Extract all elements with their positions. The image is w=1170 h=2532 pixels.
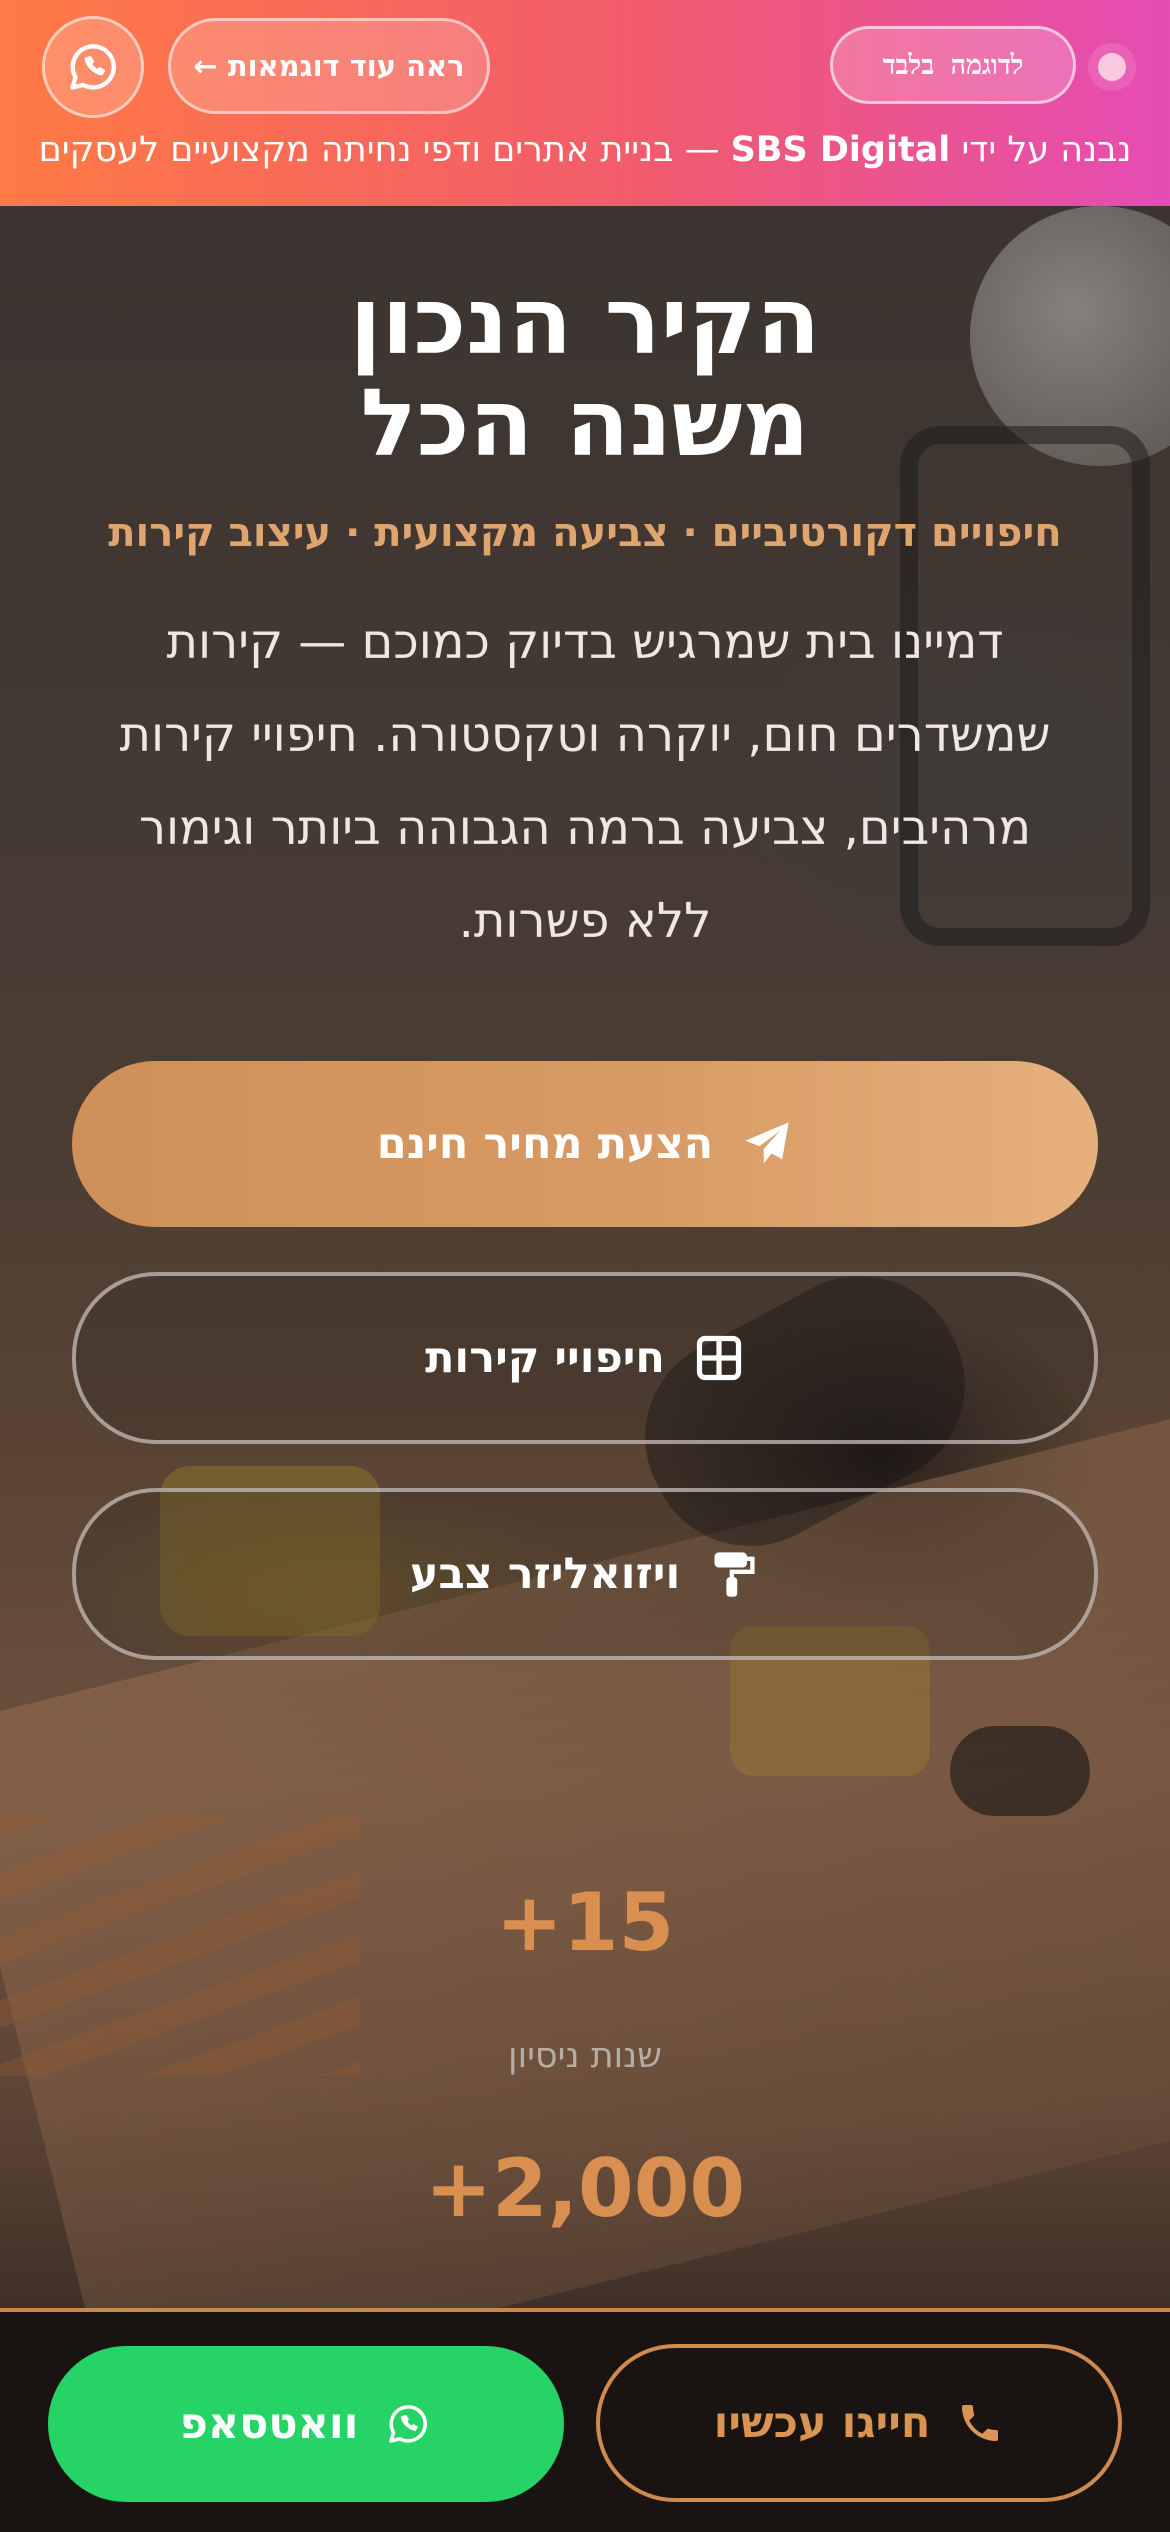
stat-years-value: +15 bbox=[495, 1876, 675, 1969]
color-visualizer-label: ויזואליזר צבע bbox=[409, 1549, 681, 1599]
demo-only-badge: לדוגמה בלבד bbox=[830, 26, 1076, 104]
built-by-suffix: — בניית אתרים ודפי נחיתה מקצועיים לעסקים bbox=[38, 130, 720, 170]
whatsapp-label: וואטסאפ bbox=[179, 2399, 359, 2449]
whatsapp-icon bbox=[389, 2405, 428, 2443]
stat-years-label: שנות ניסיון bbox=[508, 2036, 662, 2076]
demo-only-label: לדוגמה בלבד bbox=[882, 49, 1024, 81]
background-clamp bbox=[950, 1726, 1090, 1816]
more-examples-button[interactable]: ראה עוד דוגמאות ← bbox=[168, 18, 490, 114]
hero-title-line1: הקיר הנכון bbox=[349, 267, 821, 375]
wall-cladding-label: חיפויי קירות bbox=[425, 1333, 665, 1383]
hero-title-line2: משנה הכל bbox=[360, 369, 810, 477]
demo-banner: ראה עוד דוגמאות ← לדוגמה בלבד נבנה על יד… bbox=[0, 0, 1170, 206]
hero-subtitle: חיפויים דקורטיביים · צביעה מקצועית · עיצ… bbox=[108, 510, 1062, 556]
paper-plane-icon bbox=[745, 1122, 789, 1164]
hero-title: הקיר הנכון משנה הכל bbox=[0, 270, 1170, 474]
color-visualizer-button[interactable]: ויזואליזר צבע bbox=[72, 1488, 1098, 1660]
hero-section: הקיר הנכון משנה הכל חיפויים דקורטיביים ·… bbox=[0, 206, 1170, 2310]
built-by-prefix: נבנה על ידי bbox=[961, 130, 1132, 170]
built-by-brand-link[interactable]: SBS Digital bbox=[731, 130, 951, 170]
wall-cladding-button[interactable]: חיפויי קירות bbox=[72, 1272, 1098, 1444]
whatsapp-round-button[interactable] bbox=[42, 16, 144, 118]
status-dot bbox=[1098, 53, 1126, 81]
phone-icon bbox=[962, 2405, 999, 2441]
more-examples-label: ראה עוד דוגמאות ← bbox=[193, 49, 465, 83]
free-quote-button[interactable]: הצעת מחיר חינם bbox=[72, 1061, 1098, 1227]
whatsapp-button[interactable]: וואטסאפ bbox=[48, 2346, 564, 2502]
call-now-label: חייגו עכשיו bbox=[713, 2398, 931, 2448]
stat-projects-value: +2,000 bbox=[424, 2142, 746, 2235]
whatsapp-icon bbox=[70, 44, 116, 90]
bottom-action-bar: חייגו עכשיו וואטסאפ bbox=[0, 2308, 1170, 2532]
paint-roller-icon bbox=[714, 1552, 755, 1597]
built-by-credit: נבנה על ידי SBS Digital — בניית אתרים וד… bbox=[0, 130, 1170, 180]
hero-description: דמיינו בית שמרגיש בדיוק כמוכם — קירות שמ… bbox=[119, 614, 1051, 949]
grid-icon bbox=[696, 1335, 742, 1381]
free-quote-label: הצעת מחיר חינם bbox=[376, 1119, 714, 1169]
call-now-button[interactable]: חייגו עכשיו bbox=[596, 2344, 1122, 2502]
